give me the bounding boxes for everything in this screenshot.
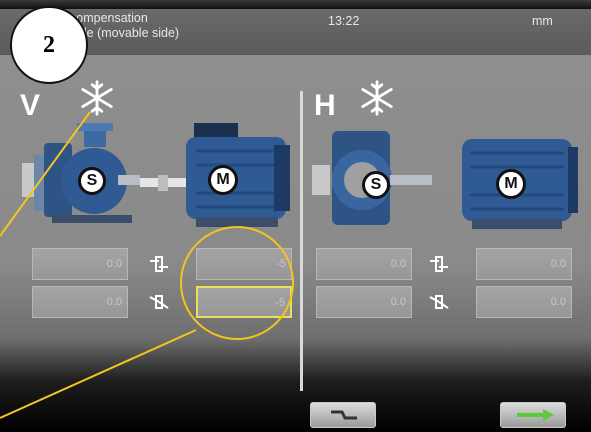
annotation-circle [180, 226, 294, 340]
annotation-overlay [0, 111, 294, 419]
annotation-line-circle [0, 329, 197, 419]
step-number-badge: 2 [10, 6, 88, 84]
annotation-line-snowflake [0, 111, 91, 237]
